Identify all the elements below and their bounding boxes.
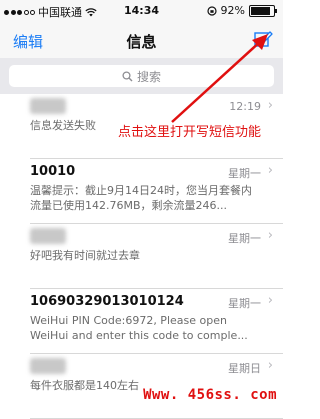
- search-input[interactable]: 搜索: [9, 65, 274, 87]
- compose-icon[interactable]: [253, 29, 273, 49]
- sender-name: 10690329013010124: [30, 294, 184, 309]
- navigation-bar: 编辑 信息: [0, 22, 283, 58]
- message-preview: 好吧我有时间就过去章: [30, 249, 140, 262]
- message-preview: WeiHui PIN Code:6972, Please open WeiHui…: [30, 314, 248, 342]
- battery-percent: 92%: [220, 4, 245, 17]
- message-preview: 温馨提示：截止9月14日24时，您当月套餐内流量已使用142.76MB，剩余流量…: [30, 184, 252, 212]
- search-area: 搜索: [0, 58, 283, 94]
- search-icon: [122, 70, 133, 81]
- chevron-right-icon: ›: [267, 293, 273, 308]
- battery-icon: [249, 4, 277, 17]
- search-placeholder: 搜索: [136, 69, 161, 84]
- page-title: 信息: [126, 33, 157, 51]
- sender-redacted: [30, 98, 66, 114]
- status-bar: 中国联通 14:34 92%: [0, 0, 283, 22]
- message-time: 12:19: [229, 100, 261, 113]
- chevron-right-icon: ›: [267, 98, 273, 113]
- message-time: 星期一: [228, 232, 261, 245]
- conversation-list: 12:19 › 信息发送失败 10010 星期一 › 温馨提示：截止9月14日24时，您当月…: [0, 94, 283, 419]
- status-right: 92%: [206, 4, 277, 17]
- chevron-right-icon: ›: [267, 358, 273, 373]
- rotation-lock-icon: [206, 5, 217, 16]
- conversation-row[interactable]: 10010 星期一 › 温馨提示：截止9月14日24时，您当月套餐内流量已使用142.…: [30, 159, 283, 224]
- conversation-row[interactable]: 10690329013010124 星期一 › WeiHui PIN Code:697…: [30, 289, 283, 354]
- message-time: 星期一: [228, 297, 261, 310]
- sender-name: 10010: [30, 164, 76, 179]
- battery-fill: [251, 6, 271, 15]
- sender-redacted: [30, 228, 66, 244]
- message-time: 星期一: [228, 167, 261, 180]
- chevron-right-icon: ›: [267, 228, 273, 243]
- annotation-text: 点击这里打开写短信功能: [118, 125, 262, 140]
- sender-redacted: [30, 358, 66, 374]
- watermark: Www. 456ss. com: [143, 387, 277, 403]
- conversation-row[interactable]: 星期一 › 好吧我有时间就过去章: [30, 224, 283, 289]
- message-time: 星期日: [228, 362, 261, 375]
- chevron-right-icon: ›: [267, 163, 273, 178]
